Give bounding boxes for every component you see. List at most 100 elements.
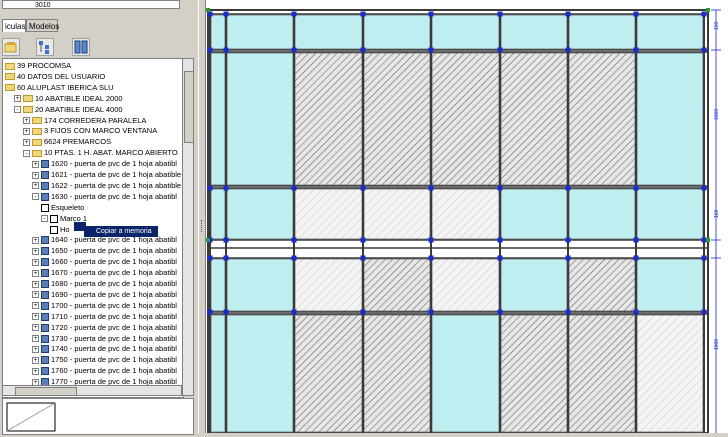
node-marker	[360, 185, 366, 191]
node-marker	[497, 185, 503, 191]
pane-light	[431, 258, 500, 312]
tree-item[interactable]: +1760 - puerta de pvc de 1 hoja abatibl	[32, 366, 177, 376]
tree-item[interactable]: +1710 - puerta de pvc de 1 hoja abatibl	[32, 312, 177, 322]
splitter-grip[interactable]	[201, 220, 205, 232]
pane-hatch	[568, 314, 636, 433]
expand-icon[interactable]: +	[32, 335, 39, 343]
top-value-field[interactable]: 3010	[2, 0, 180, 9]
tree-item[interactable]: +1620 - puerta de pvc de 1 hoja abatibl	[32, 159, 177, 169]
pane-light	[294, 258, 363, 312]
folder-icon	[5, 73, 15, 81]
node-marker	[428, 255, 434, 261]
tree-item[interactable]: +1730 - puerta de pvc de 1 hoja abatibl	[32, 334, 177, 344]
node-marker	[497, 237, 503, 243]
expand-icon[interactable]: +	[32, 258, 39, 266]
tree-item[interactable]: +1621 - puerta de pvc de 1 hoja abatible…	[32, 170, 183, 180]
tree-item-label: 1660 - puerta de pvc de 1 hoja abatibl	[51, 257, 177, 267]
corner-marker	[706, 8, 710, 12]
collapse-icon[interactable]: -	[23, 149, 30, 157]
expand-icon[interactable]: +	[23, 138, 30, 146]
expand-icon[interactable]: +	[32, 269, 39, 277]
corner-marker	[206, 8, 210, 12]
tree-item[interactable]: +1680 - puerta de pvc de 1 hoja abatibl	[32, 279, 177, 289]
tree-item[interactable]: +3 FIJOS CON MARCO VENTANA	[23, 126, 157, 136]
expand-icon[interactable]: +	[32, 367, 39, 375]
expand-icon[interactable]: +	[32, 313, 39, 321]
expand-icon[interactable]: +	[14, 95, 21, 103]
tree-item[interactable]: 39 PROCOMSA	[5, 61, 71, 71]
expand-icon[interactable]: +	[32, 236, 39, 244]
expand-icon[interactable]: +	[32, 247, 39, 255]
collapse-icon[interactable]: -	[14, 106, 21, 114]
pane-light	[363, 188, 431, 240]
tree-horizontal-scrollbar[interactable]	[2, 385, 182, 396]
folder-icon	[5, 62, 15, 70]
tree-item[interactable]: +1660 - puerta de pvc de 1 hoja abatibl	[32, 257, 177, 267]
tree-item[interactable]: +1690 - puerta de pvc de 1 hoja abatibl	[32, 290, 177, 300]
tree-item[interactable]: Esqueleto	[41, 203, 84, 213]
collapse-icon[interactable]: -	[32, 193, 39, 201]
collection-icon[interactable]	[2, 38, 20, 56]
pane-hatch	[568, 258, 636, 312]
window-icon	[41, 356, 49, 365]
expand-icon[interactable]: +	[32, 171, 39, 179]
scroll-thumb-h[interactable]	[15, 387, 77, 396]
expand-icon[interactable]: +	[23, 117, 30, 125]
tree-item[interactable]: +174 CORREDERA PARALELA	[23, 116, 146, 126]
pane-glass	[500, 258, 568, 312]
drawing-canvas[interactable]: 160 1000 160 1000	[206, 0, 728, 434]
tree-item[interactable]: +6624 PREMARCOS	[23, 137, 111, 147]
expand-icon[interactable]: +	[23, 127, 30, 135]
tree-item[interactable]: +1720 - puerta de pvc de 1 hoja abatibl	[32, 323, 177, 333]
node-marker	[291, 255, 297, 261]
tree-item[interactable]: +1670 - puerta de pvc de 1 hoja abatibl	[32, 268, 177, 278]
node-marker	[428, 11, 434, 17]
context-menu-copy[interactable]: Copiar a memoria	[84, 226, 158, 237]
tree-item[interactable]: Ho	[50, 225, 70, 235]
tree-item-label: 1690 - puerta de pvc de 1 hoja abatibl	[51, 289, 177, 299]
tree-item[interactable]: +10 ABATIBLE IDEAL 2000	[14, 94, 123, 104]
expand-icon[interactable]: +	[32, 160, 39, 168]
collapse-icon[interactable]: -	[41, 215, 48, 223]
pane-hatch	[568, 52, 636, 186]
tree-item-label: 1622 - puerta de pvc de 1 hoja abatible …	[51, 180, 184, 190]
tree-item[interactable]: - 20 ABATIBLE IDEAL 4000	[14, 105, 123, 115]
tree-item[interactable]: 40 DATOS DEL USUARIO	[5, 72, 105, 82]
node-marker	[360, 255, 366, 261]
expand-icon[interactable]: +	[32, 324, 39, 332]
window-icon	[41, 367, 49, 376]
tab-modelos[interactable]: Modelos	[26, 19, 59, 32]
tree-item[interactable]: 60 ALUPLAST IBERICA SLU	[5, 83, 114, 93]
frame-icon	[50, 214, 58, 223]
expand-icon[interactable]: +	[32, 182, 39, 190]
expand-icon[interactable]: +	[32, 291, 39, 299]
expand-icon[interactable]: +	[32, 356, 39, 364]
window-icon	[41, 247, 49, 256]
tree-item[interactable]: - 10 PTAS. 1 H. ABAT. MARCO ABIERTO	[23, 148, 178, 158]
window-icon	[41, 280, 49, 289]
window-icon	[41, 323, 49, 332]
tree-item[interactable]: +1740 - puerta de pvc de 1 hoja abatibl	[32, 344, 177, 354]
node-marker	[565, 237, 571, 243]
expand-icon[interactable]: +	[32, 302, 39, 310]
tree-vertical-scrollbar[interactable]	[182, 58, 194, 396]
tree-item[interactable]: +1622 - puerta de pvc de 1 hoja abatible…	[32, 180, 184, 191]
window-drawing[interactable]: 160 1000 160 1000	[206, 0, 728, 434]
node-marker	[428, 237, 434, 243]
node-marker	[360, 237, 366, 243]
expand-icon[interactable]: +	[32, 345, 39, 353]
tree-expand-icon[interactable]	[36, 38, 54, 56]
window-icon	[41, 181, 49, 190]
pane-glass	[636, 14, 704, 50]
tree-item[interactable]: - 1630 - puerta de pvc de 1 hoja abatibl	[32, 192, 177, 202]
tree-item[interactable]: +1650 - puerta de pvc de 1 hoja abatibl	[32, 246, 177, 256]
dimension-label: 1000	[714, 339, 720, 350]
expand-icon[interactable]: +	[32, 280, 39, 288]
scroll-thumb[interactable]	[184, 71, 194, 143]
tree-item-label: Ho	[60, 224, 70, 234]
tab-iculas[interactable]: iculas	[2, 19, 26, 32]
tree-item[interactable]: +1750 - puerta de pvc de 1 hoja abatibl	[32, 355, 177, 365]
tree-item[interactable]: +1700 - puerta de pvc de 1 hoja abatibl	[32, 301, 177, 311]
columns-icon[interactable]	[72, 38, 90, 56]
panel-splitter[interactable]	[198, 0, 206, 433]
